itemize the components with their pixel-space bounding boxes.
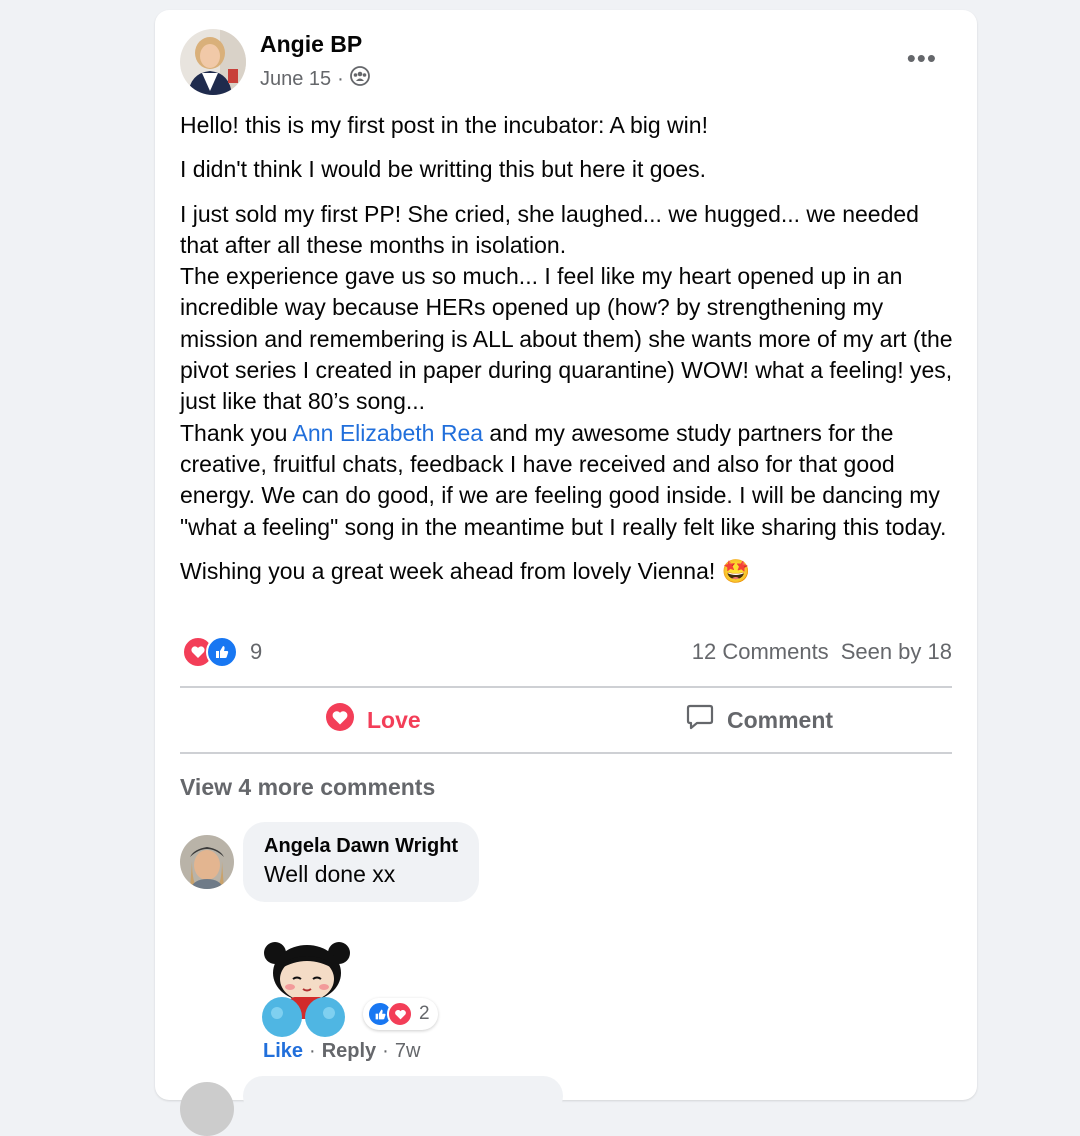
comment-button[interactable]: Comment <box>685 700 833 740</box>
post-paragraph: I just sold my first PP! She cried, she … <box>180 199 960 543</box>
post-meta: June 15 · <box>260 66 370 92</box>
author-avatar[interactable] <box>180 29 246 95</box>
commenter-name[interactable]: Angela Dawn Wright <box>264 833 458 859</box>
love-reaction-icon <box>387 1001 413 1027</box>
more-options-icon[interactable]: ••• <box>907 45 937 71</box>
separator: · <box>382 1040 389 1062</box>
post-paragraph: Hello! this is my first post in the incu… <box>180 112 708 138</box>
author-name[interactable]: Angie BP <box>260 31 362 58</box>
comment-reply-button[interactable]: Reply <box>322 1040 376 1063</box>
post-text: The experience gave us so much... I feel… <box>180 263 953 415</box>
star-struck-emoji: 🤩 <box>721 557 751 584</box>
separator: · <box>309 1040 316 1062</box>
comment-icon <box>685 702 715 738</box>
comment-text: Well done xx <box>264 861 396 887</box>
comment-reaction-count: 2 <box>419 1003 430 1024</box>
post-body: Hello! this is my first post in the incu… <box>180 110 960 600</box>
stats-right: 12 Comments Seen by 18 <box>692 639 952 665</box>
love-label: Love <box>367 706 421 733</box>
pucca-sticker <box>257 935 367 1040</box>
like-reaction-icon <box>206 636 238 668</box>
post-date[interactable]: June 15 <box>260 68 331 91</box>
comment-label: Comment <box>727 706 834 733</box>
meta-separator: · <box>337 67 344 90</box>
next-commenter-avatar[interactable] <box>180 1082 234 1136</box>
love-icon <box>325 702 355 738</box>
reaction-stats: 9 12 Comments Seen by 18 <box>182 634 952 670</box>
view-more-comments-link[interactable]: View 4 more comments <box>180 774 435 801</box>
post-text: Wishing you a great week ahead from love… <box>180 557 716 584</box>
post-card: Angie BP June 15 · ••• Hello! this is my… <box>155 10 977 1136</box>
comment-like-button[interactable]: Like <box>263 1040 303 1063</box>
seen-by-count[interactable]: Seen by 18 <box>841 639 952 665</box>
comment-bubble: Angela Dawn Wright Well done xx <box>243 822 480 902</box>
reaction-count[interactable]: 9 <box>250 639 262 665</box>
group-icon <box>349 66 370 92</box>
next-comment-bubble <box>243 1076 563 1116</box>
reaction-icons[interactable] <box>182 636 238 668</box>
comment-actions: Like · Reply · 7w <box>263 1040 420 1063</box>
comment-reactions[interactable]: 2 <box>363 998 438 1030</box>
divider <box>180 752 952 754</box>
mention-link[interactable]: Ann Elizabeth Rea <box>293 420 484 446</box>
comment-time[interactable]: 7w <box>395 1040 421 1063</box>
commenter-avatar[interactable] <box>180 835 234 889</box>
post-text: I just sold my first PP! She cried, she … <box>180 200 919 258</box>
divider <box>180 686 952 688</box>
comment-count[interactable]: 12 Comments <box>692 639 829 665</box>
post-text: Thank you <box>180 419 293 446</box>
love-button[interactable]: Love <box>325 700 421 740</box>
post-paragraph: I didn't think I would be writting this … <box>180 156 707 183</box>
post-paragraph: Wishing you a great week ahead from love… <box>180 556 960 587</box>
